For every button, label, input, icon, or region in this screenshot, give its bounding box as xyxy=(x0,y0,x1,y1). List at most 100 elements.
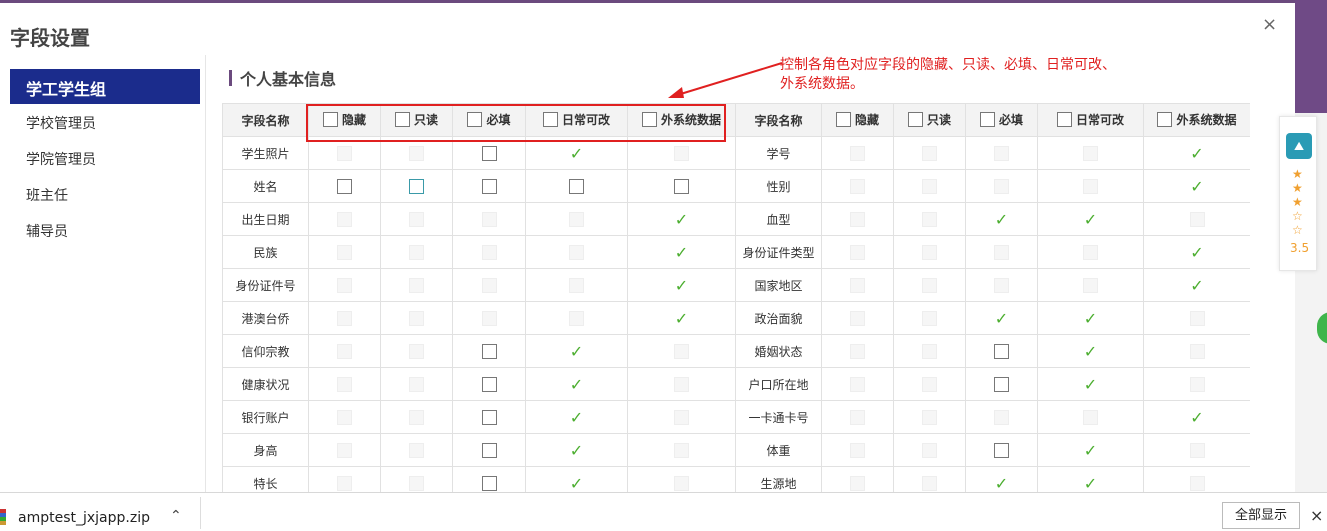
field-name-cell: 政治面貌 xyxy=(735,301,822,335)
disabled-checkbox xyxy=(674,442,689,458)
download-filename[interactable]: amptest_jxjapp.zip xyxy=(18,510,150,526)
permission-cell xyxy=(893,235,966,269)
rating-widget[interactable]: ⛰ ★ ★ ★ ☆ ☆ 3.5 xyxy=(1279,116,1317,271)
column-header[interactable]: 隐藏 xyxy=(821,103,894,137)
field-name-cell: 户口所在地 xyxy=(735,367,822,401)
disabled-checkbox xyxy=(674,409,689,425)
checkmark-icon[interactable]: ✓ xyxy=(570,474,583,493)
permission-cell xyxy=(893,169,966,203)
permission-cell xyxy=(821,400,894,434)
checkbox[interactable] xyxy=(569,178,584,194)
checkmark-icon[interactable]: ✓ xyxy=(570,408,583,427)
column-header[interactable]: 外系统数据 xyxy=(1143,103,1250,137)
checkmark-icon[interactable]: ✓ xyxy=(570,375,583,394)
checkmark-icon[interactable]: ✓ xyxy=(675,309,688,328)
checkbox[interactable] xyxy=(481,376,497,392)
checkmark-icon[interactable]: ✓ xyxy=(995,309,1008,328)
permission-cell xyxy=(380,466,453,492)
checkbox[interactable] xyxy=(994,343,1009,359)
column-header[interactable]: 必填 xyxy=(965,103,1038,137)
checkmark-icon[interactable]: ✓ xyxy=(1084,342,1097,361)
show-all-button[interactable]: 全部显示 xyxy=(1222,502,1300,529)
checkbox[interactable] xyxy=(674,178,689,194)
close-dialog-button[interactable]: × xyxy=(1262,14,1277,35)
checkbox[interactable] xyxy=(994,376,1009,392)
nav-item-head-teacher[interactable]: 班主任 xyxy=(10,176,200,212)
checkbox[interactable] xyxy=(409,178,424,194)
checkmark-icon[interactable]: ✓ xyxy=(1084,309,1097,328)
disabled-checkbox xyxy=(994,277,1009,293)
close-download-bar-button[interactable]: × xyxy=(1310,506,1323,525)
permission-cell xyxy=(893,433,966,467)
checkmark-icon[interactable]: ✓ xyxy=(1190,408,1203,427)
disabled-checkbox xyxy=(409,244,424,260)
highlight-box xyxy=(306,104,726,142)
permission-cell xyxy=(627,367,736,401)
permission-cell xyxy=(893,367,966,401)
checkmark-icon[interactable]: ✓ xyxy=(1084,441,1097,460)
checkbox[interactable] xyxy=(481,409,497,425)
column-header[interactable]: 日常可改 xyxy=(1037,103,1144,137)
section-title-text: 个人基本信息 xyxy=(240,70,337,89)
permission-cell xyxy=(452,235,526,269)
checkmark-icon[interactable]: ✓ xyxy=(995,210,1008,229)
field-name-cell: 健康状况 xyxy=(222,367,309,401)
select-all-checkbox[interactable] xyxy=(835,111,851,127)
checkmark-icon[interactable]: ✓ xyxy=(675,210,688,229)
checkbox[interactable] xyxy=(337,178,352,194)
permission-cell: ✓ xyxy=(627,268,736,302)
nav-item-active[interactable]: 学工学生组 xyxy=(10,69,200,104)
permission-cell: ✓ xyxy=(525,466,628,493)
select-all-checkbox[interactable] xyxy=(907,111,923,127)
select-all-checkbox[interactable] xyxy=(1157,111,1173,127)
permission-cell xyxy=(627,433,736,467)
checkmark-icon[interactable]: ✓ xyxy=(1190,177,1203,196)
checkbox[interactable] xyxy=(481,343,497,359)
disabled-checkbox xyxy=(994,145,1009,161)
column-header[interactable]: 只读 xyxy=(893,103,966,137)
star-full-icon: ★ xyxy=(1292,167,1303,181)
checkmark-icon[interactable]: ✓ xyxy=(1190,276,1203,295)
disabled-checkbox xyxy=(569,211,584,227)
permission-cell xyxy=(821,367,894,401)
disabled-checkbox xyxy=(337,343,352,359)
disabled-checkbox xyxy=(850,475,865,491)
star-full-icon: ★ xyxy=(1292,181,1303,195)
chevron-up-icon[interactable]: ⌃ xyxy=(170,508,182,524)
checkbox[interactable] xyxy=(481,475,497,491)
permission-cell xyxy=(893,466,966,492)
top-accent-line xyxy=(0,0,1295,3)
nav-item-school-admin[interactable]: 学校管理员 xyxy=(10,104,200,140)
checkmark-icon[interactable]: ✓ xyxy=(570,144,583,163)
select-all-checkbox[interactable] xyxy=(979,111,995,127)
disabled-checkbox xyxy=(337,475,352,491)
permission-cell xyxy=(525,268,628,302)
nav-item-college-admin[interactable]: 学院管理员 xyxy=(10,140,200,176)
checkbox[interactable] xyxy=(481,178,497,194)
nav-item-counselor[interactable]: 辅导员 xyxy=(10,212,200,248)
checkbox[interactable] xyxy=(994,442,1009,458)
checkmark-icon[interactable]: ✓ xyxy=(675,276,688,295)
permission-cell xyxy=(525,301,628,335)
checkmark-icon[interactable]: ✓ xyxy=(1190,243,1203,262)
section-title: 个人基本信息 xyxy=(229,66,336,90)
select-all-checkbox[interactable] xyxy=(1056,111,1072,127)
checkmark-icon[interactable]: ✓ xyxy=(1084,375,1097,394)
permission-cell xyxy=(452,334,526,368)
checkmark-icon[interactable]: ✓ xyxy=(1190,144,1203,163)
role-nav: 学工学生组 学校管理员 学院管理员 班主任 辅导员 xyxy=(10,69,200,248)
checkmark-icon[interactable]: ✓ xyxy=(1084,210,1097,229)
column-header-label: 只读 xyxy=(926,112,951,127)
checkmark-icon[interactable]: ✓ xyxy=(675,243,688,262)
disabled-checkbox xyxy=(922,376,937,392)
checkbox[interactable] xyxy=(481,442,497,458)
permission-cell: ✓ xyxy=(525,433,628,467)
checkmark-icon[interactable]: ✓ xyxy=(570,342,583,361)
permission-cell xyxy=(1037,169,1144,203)
checkmark-icon[interactable]: ✓ xyxy=(1084,474,1097,493)
checkmark-icon[interactable]: ✓ xyxy=(570,441,583,460)
checkmark-icon[interactable]: ✓ xyxy=(995,474,1008,493)
star-empty-icon: ☆ xyxy=(1292,209,1303,223)
checkbox[interactable] xyxy=(481,145,497,161)
disabled-checkbox xyxy=(569,277,584,293)
